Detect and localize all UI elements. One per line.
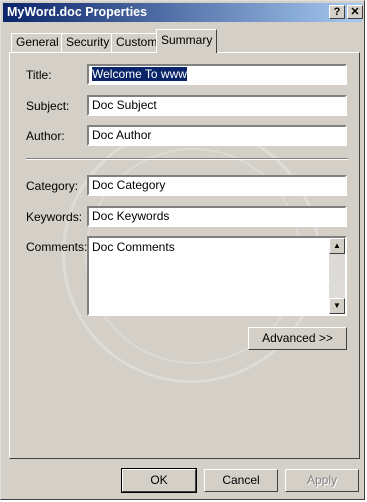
comments-scrollbar[interactable]: ▲ ▼ <box>329 238 345 314</box>
tab-general[interactable]: General <box>11 33 64 52</box>
scroll-down-icon[interactable]: ▼ <box>329 298 345 314</box>
keywords-field[interactable]: Doc Keywords <box>87 206 347 227</box>
comments-label: Comments: <box>26 240 88 254</box>
keywords-label: Keywords: <box>26 210 83 224</box>
author-label: Author: <box>26 129 65 143</box>
category-label: Category: <box>26 179 79 193</box>
scroll-up-icon[interactable]: ▲ <box>329 238 345 254</box>
subject-label: Subject: <box>26 99 70 113</box>
comments-textarea[interactable]: Doc Comments ▲ ▼ <box>87 236 347 316</box>
advanced-button[interactable]: Advanced >> <box>248 327 347 350</box>
cancel-button[interactable]: Cancel <box>204 469 278 492</box>
summary-panel: Title: Welcome To www Subject: Doc Subje… <box>9 52 360 459</box>
title-field[interactable]: Welcome To www <box>87 64 347 85</box>
properties-dialog: MyWord.doc Properties ? ✕ General Securi… <box>0 0 365 500</box>
category-field[interactable]: Doc Category <box>87 175 347 196</box>
separator <box>26 158 348 160</box>
close-button[interactable]: ✕ <box>347 5 363 19</box>
window-title: MyWord.doc Properties <box>7 5 148 19</box>
subject-field[interactable]: Doc Subject <box>87 95 347 116</box>
tab-security[interactable]: Security <box>61 33 115 52</box>
help-button[interactable]: ? <box>329 5 345 19</box>
title-field-value: Welcome To www <box>91 66 188 82</box>
comments-text: Doc Comments <box>92 240 175 254</box>
tab-custom[interactable]: Custom <box>111 33 163 52</box>
title-bar[interactable]: MyWord.doc Properties ? ✕ <box>3 3 363 22</box>
ok-button[interactable]: OK <box>121 468 197 493</box>
apply-button[interactable]: Apply <box>285 469 359 492</box>
author-field[interactable]: Doc Author <box>87 125 347 146</box>
title-label: Title: <box>26 68 52 82</box>
tab-summary[interactable]: Summary <box>156 29 218 53</box>
